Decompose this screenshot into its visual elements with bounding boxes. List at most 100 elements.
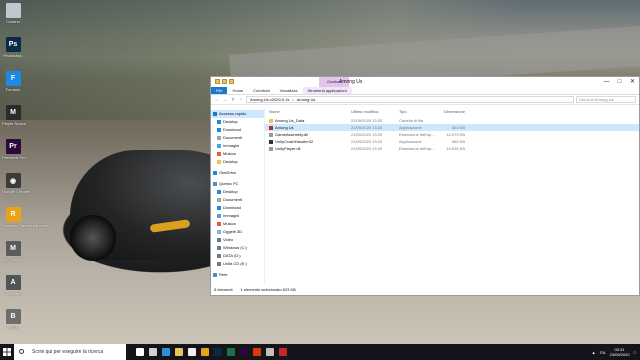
file-row[interactable]: Among Us 21/09/2020 13:20 Applicazione 623 … [265,124,639,131]
desktop-icon-item[interactable]: M MEGAsync [2,241,24,262]
premiere-icon: Pr [5,139,21,154]
steam-icon[interactable] [266,348,274,356]
star-icon [213,112,217,116]
file-row[interactable]: Among Us_Data 21/09/2020 13:20 Cartella di… [265,117,639,124]
file-name-cell[interactable]: Among Us [265,124,351,131]
ribbon-tabs: File Home Condividi Visualizza Strumenti… [211,87,639,95]
minimize-button[interactable]: — [600,77,613,87]
desktop-icon-label: Premiere Pro [2,155,26,160]
nav-item[interactable]: Desktop [211,188,264,196]
nav-item[interactable]: Questo PC [211,180,264,188]
column-header-type[interactable]: Tipo [399,107,439,117]
desktop-icon-item[interactable]: Pr Premiere Pro [2,139,26,160]
nav-item[interactable]: Musica [211,150,264,158]
folder-icon[interactable] [222,79,227,84]
tab-view[interactable]: Visualizza [275,87,303,94]
desktop-icon-label: Photoshop [3,53,23,58]
nav-item[interactable]: Unità CD (E:) [211,260,264,268]
nav-item[interactable]: DATA (D:) [211,252,264,260]
nav-item[interactable]: Rete [211,271,264,279]
column-header-modified[interactable]: Ultima modifica [351,107,399,117]
file-explorer-icon[interactable] [175,348,183,356]
tab-share[interactable]: Condividi [248,87,274,94]
network-icon[interactable]: ▲ [592,350,596,355]
nav-item[interactable]: Documenti [211,134,264,142]
title-bar[interactable]: Gestisci Among Us — □ ✕ [211,77,639,87]
photoshop-icon[interactable] [214,348,222,356]
desktop-icon-item[interactable]: M Player Scope [2,105,26,126]
chevron-down-icon[interactable]: ˅ [230,97,236,103]
folder-icon[interactable] [215,79,220,84]
nav-item-label: Oggetti 3D [223,229,243,234]
pictures-icon [217,144,221,148]
premiere-icon[interactable] [240,348,248,356]
nav-item[interactable]: Windows (C:) [211,244,264,252]
task-view-icon[interactable] [149,348,157,356]
close-button[interactable]: ✕ [626,77,639,87]
megasync-icon: M [5,241,21,256]
video-icon [217,238,221,242]
file-list: Nome Ultima modifica Tipo Dimensione Amo… [265,107,639,285]
quick-access-toolbar[interactable] [215,79,234,84]
desktop-icon-item[interactable]: Cestino [2,3,24,24]
tab-file[interactable]: File [211,87,228,94]
nav-item-label: OneDrive [219,170,236,175]
nav-item[interactable]: Immagini [211,142,264,150]
file-row[interactable]: UnityPlayer.dll 21/09/2020 13:20 Estension… [265,145,639,152]
desktop-icon-item[interactable]: F Formula [2,71,24,92]
chrome-icon[interactable] [201,348,209,356]
nav-item[interactable]: Accesso rapido [211,110,264,118]
nav-item[interactable]: Desktop [211,158,264,166]
nav-item[interactable]: Musica [211,220,264,228]
nav-item[interactable]: OneDrive [211,169,264,177]
column-header-size[interactable]: Dimensione [439,107,465,117]
desktop-icon-item[interactable]: A Avogadro [2,275,24,296]
folder-icon[interactable] [229,79,234,84]
nav-item[interactable]: Immagini [211,212,264,220]
desktop-icon-item[interactable]: R Rockstar Games Launcher [2,207,50,228]
file-name-cell[interactable]: GameAssembly.dll [265,131,351,138]
breadcrumb-current[interactable]: Among Us [297,97,316,103]
file-explorer-window[interactable]: Gestisci Among Us — □ ✕ File Home Condiv… [210,76,640,296]
nav-item-label: Download [223,205,241,210]
nav-item[interactable]: Video [211,236,264,244]
among-us-icon[interactable] [279,348,287,356]
tab-home[interactable]: Home [227,87,248,94]
maximize-button[interactable]: □ [613,77,626,87]
file-name-cell[interactable]: UnityCrashHandler32 [265,138,351,145]
nav-item[interactable]: Desktop [211,118,264,126]
forward-arrow-icon[interactable]: → [222,97,228,103]
navigation-pane: Accesso rapido Desktop Download Documenti Im… [211,107,265,285]
notifications-icon[interactable]: □ [634,350,636,355]
nav-item[interactable]: Download [211,126,264,134]
file-row[interactable]: UnityCrashHandler32 21/09/2020 13:20 Appli… [265,138,639,145]
taskbar-search-input[interactable]: Scrivi qui per eseguire la ricerca [14,344,126,360]
store-icon[interactable] [188,348,196,356]
clock[interactable]: 00:31 23/09/2020 [610,347,630,357]
file-name-cell[interactable]: UnityPlayer.dll [265,145,351,152]
nav-item[interactable]: Oggetti 3D [211,228,264,236]
search-input[interactable]: Cerca in Among Us [576,96,636,103]
file-row[interactable]: GameAssembly.dll 21/09/2020 13:20 Estensio… [265,131,639,138]
column-header-name[interactable]: Nome [265,107,351,117]
edge-icon[interactable] [162,348,170,356]
desktop-icon-item[interactable]: ◉ Google Chrome [2,173,30,194]
desktop-icon-item[interactable]: Ps Photoshop [2,37,24,58]
start-button[interactable] [0,344,14,360]
breadcrumb-parent[interactable]: Among.Us.v2020.9.1s [250,97,289,103]
excel-icon[interactable] [227,348,235,356]
desktop-icon-label: Rockstar Games Launcher [2,223,50,228]
cortana-icon[interactable] [136,348,144,356]
system-tray: ▲ ITA 00:31 23/09/2020 □ [592,344,636,360]
back-arrow-icon[interactable]: ← [214,97,220,103]
nav-item[interactable]: Documenti [211,196,264,204]
nav-item[interactable]: Download [211,204,264,212]
tab-application-tools[interactable]: Strumenti applicazioni [302,87,352,94]
desktop-icon-item[interactable]: B BOSE [2,309,24,330]
nav-item-label: Rete [219,272,228,277]
address-path[interactable]: Among.Us.v2020.9.1s › Among Us [246,96,574,103]
file-name-cell[interactable]: Among Us_Data [265,117,351,124]
language-indicator[interactable]: ITA [600,350,606,355]
office-icon[interactable] [253,348,261,356]
up-arrow-icon[interactable]: ↑ [238,97,244,103]
